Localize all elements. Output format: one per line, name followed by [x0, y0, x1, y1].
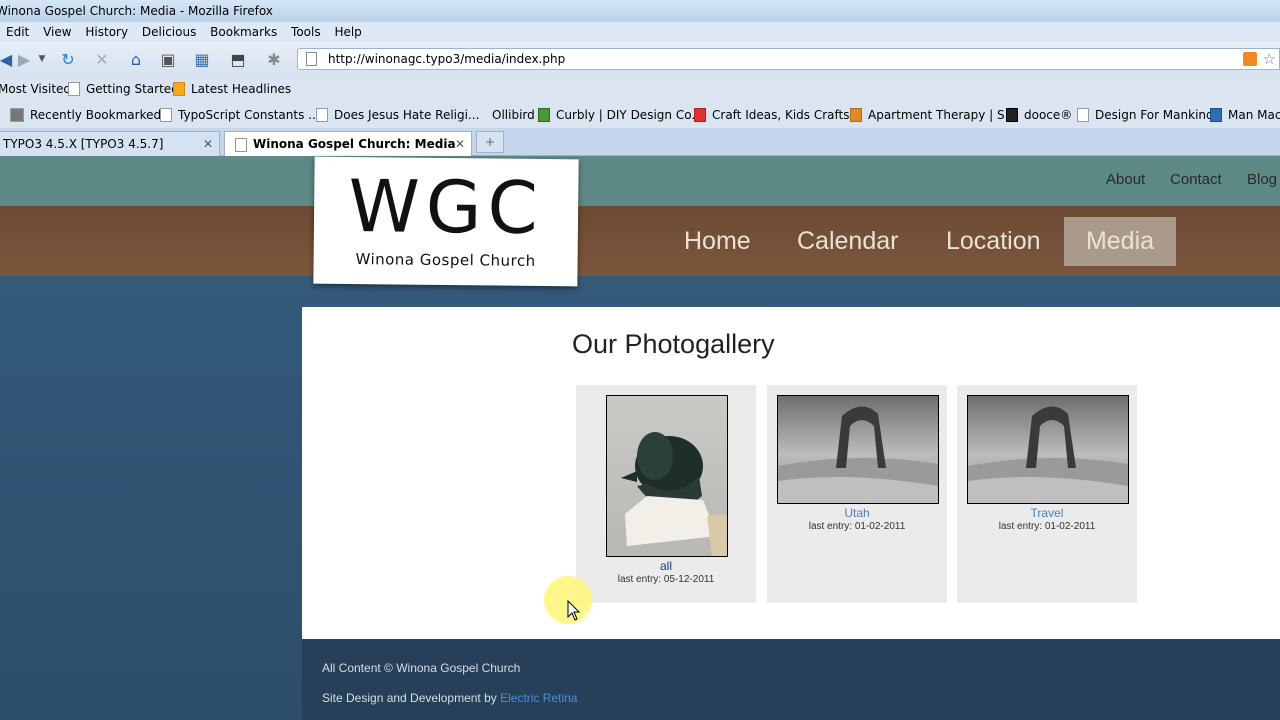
home-icon[interactable]: ⌂: [124, 47, 148, 71]
tag-icon[interactable]: ⬒: [226, 47, 250, 71]
nav-location[interactable]: Location: [946, 227, 1041, 256]
apartment-therapy-icon: [850, 108, 862, 122]
bookmarks-toolbar-2: Recently Bookmarked▼ TypoScript Constant…: [0, 102, 1280, 128]
gallery-title[interactable]: Utah: [767, 506, 947, 520]
main-content: Our Photogallery all last entry: 05-12-2…: [302, 307, 1280, 639]
history-dropdown-icon[interactable]: ▼: [30, 47, 54, 71]
menu-tools[interactable]: Tools: [291, 25, 321, 39]
page-title: Our Photogallery: [572, 329, 775, 359]
menu-bar: Edit View History Delicious Bookmarks To…: [0, 22, 1280, 42]
bookmarks-toolbar: Most Visited Getting Started Latest Head…: [0, 76, 1280, 102]
toolbar-icon[interactable]: ▣: [156, 47, 180, 71]
subnav-contact[interactable]: Contact: [1170, 171, 1222, 188]
thumbnail-image[interactable]: [606, 395, 728, 557]
close-icon[interactable]: ✕: [203, 132, 213, 156]
logo-wordmark: WGC: [348, 163, 545, 251]
menu-delicious[interactable]: Delicious: [142, 25, 196, 39]
window-title: Winona Gospel Church: Media - Mozilla Fi…: [0, 4, 273, 18]
site-logo[interactable]: WGC Winona Gospel Church: [313, 156, 579, 287]
bookmark-does-jesus[interactable]: Does Jesus Hate Religi...: [316, 102, 479, 128]
header-teal-band: [0, 156, 1280, 206]
thumbnail-image[interactable]: [967, 395, 1129, 504]
logo-subtitle: Winona Gospel Church: [355, 250, 536, 270]
menu-view[interactable]: View: [43, 25, 71, 39]
bookmark-most-visited[interactable]: Most Visited: [0, 76, 71, 102]
gallery-item[interactable]: Utah last entry: 01-02-2011: [767, 385, 947, 603]
thumbnail-image[interactable]: [777, 395, 939, 504]
curbly-icon: [538, 108, 550, 122]
tab-strip: TYPO3 4.5.X [TYPO3 4.5.7] ✕ Winona Gospe…: [0, 128, 1280, 156]
gallery-meta: last entry: 01-02-2011: [998, 521, 1096, 532]
site-footer: All Content © Winona Gospel Church Site …: [302, 639, 1280, 720]
craft-icon: [694, 108, 706, 122]
footer-link-electric-retina[interactable]: Electric Retina: [500, 691, 577, 705]
url-text: http://winonagc.typo3/media/index.php: [328, 52, 566, 66]
rss-icon[interactable]: [1243, 52, 1257, 66]
window-title-bar: Winona Gospel Church: Media - Mozilla Fi…: [0, 0, 1280, 22]
mouse-pointer-icon: [567, 600, 581, 621]
gallery-title[interactable]: all: [576, 559, 756, 573]
delicious-icon[interactable]: ▦: [190, 47, 214, 71]
menu-history[interactable]: History: [85, 25, 128, 39]
page-icon: [68, 82, 80, 96]
bookmark-ollibird[interactable]: Ollibird: [492, 102, 535, 128]
tab-typo3[interactable]: TYPO3 4.5.X [TYPO3 4.5.7] ✕: [0, 131, 220, 156]
page-icon: [160, 108, 172, 122]
folder-icon: [10, 108, 24, 122]
addon-icon[interactable]: ✱: [262, 47, 286, 71]
bookmark-dooce[interactable]: dooce®: [1006, 102, 1072, 128]
bookmark-craft-ideas[interactable]: Craft Ideas, Kids Crafts...: [694, 102, 861, 128]
bookmark-typoscript[interactable]: TypoScript Constants ...: [160, 102, 320, 128]
footer-credit: Site Design and Development by Electric …: [322, 691, 577, 705]
subnav-blog[interactable]: Blog: [1247, 171, 1277, 188]
page-icon: [1077, 108, 1089, 122]
page-icon: [235, 137, 247, 152]
bookmark-man-mac[interactable]: Man Mac: [1210, 102, 1280, 128]
bookmark-star-icon[interactable]: ☆: [1263, 49, 1276, 69]
navigation-toolbar: ◀ ▶ ▼ ↻ ✕ ⌂ ▣ ▦ ⬒ ✱ http://winonagc.typo…: [0, 42, 1280, 76]
nav-calendar[interactable]: Calendar: [797, 227, 898, 256]
bookmark-apartment-therapy[interactable]: Apartment Therapy | S...: [850, 102, 1016, 128]
gallery-meta: last entry: 01-02-2011: [808, 521, 906, 532]
footer-copyright: All Content © Winona Gospel Church: [322, 661, 521, 675]
page-icon: [306, 52, 317, 66]
bookmark-getting-started[interactable]: Getting Started: [68, 76, 179, 102]
website: WGC Winona Gospel Church About Contact B…: [0, 156, 1280, 720]
nav-home[interactable]: Home: [684, 227, 751, 256]
new-tab-button[interactable]: +: [476, 131, 504, 153]
menu-bookmarks[interactable]: Bookmarks: [210, 25, 277, 39]
stop-icon[interactable]: ✕: [90, 47, 114, 71]
bookmark-recently-bookmarked[interactable]: Recently Bookmarked▼: [10, 102, 169, 128]
tab-media[interactable]: Winona Gospel Church: Media ✕: [224, 131, 472, 156]
close-icon[interactable]: ✕: [455, 132, 465, 156]
bookmark-latest-headlines[interactable]: Latest Headlines: [173, 76, 291, 102]
feed-icon: [173, 82, 185, 96]
nav-media[interactable]: Media: [1064, 217, 1176, 266]
dooce-icon: [1006, 108, 1018, 122]
menu-edit[interactable]: Edit: [6, 25, 29, 39]
page-icon: [316, 108, 328, 122]
footer-credit-text: Site Design and Development by: [322, 691, 501, 705]
m-icon: [1210, 108, 1222, 122]
bookmark-design-for-mankind[interactable]: Design For Mankind: [1077, 102, 1214, 128]
gallery-meta: last entry: 05-12-2011: [617, 574, 715, 585]
gallery-item[interactable]: all last entry: 05-12-2011: [576, 385, 756, 603]
reload-icon[interactable]: ↻: [56, 47, 80, 71]
bookmark-curbly[interactable]: Curbly | DIY Design Co...: [538, 102, 703, 128]
subnav-about[interactable]: About: [1106, 171, 1145, 188]
url-bar[interactable]: http://winonagc.typo3/media/index.php ☆: [297, 48, 1280, 70]
menu-help[interactable]: Help: [334, 25, 361, 39]
gallery-title[interactable]: Travel: [957, 506, 1137, 520]
gallery-item[interactable]: Travel last entry: 01-02-2011: [957, 385, 1137, 603]
